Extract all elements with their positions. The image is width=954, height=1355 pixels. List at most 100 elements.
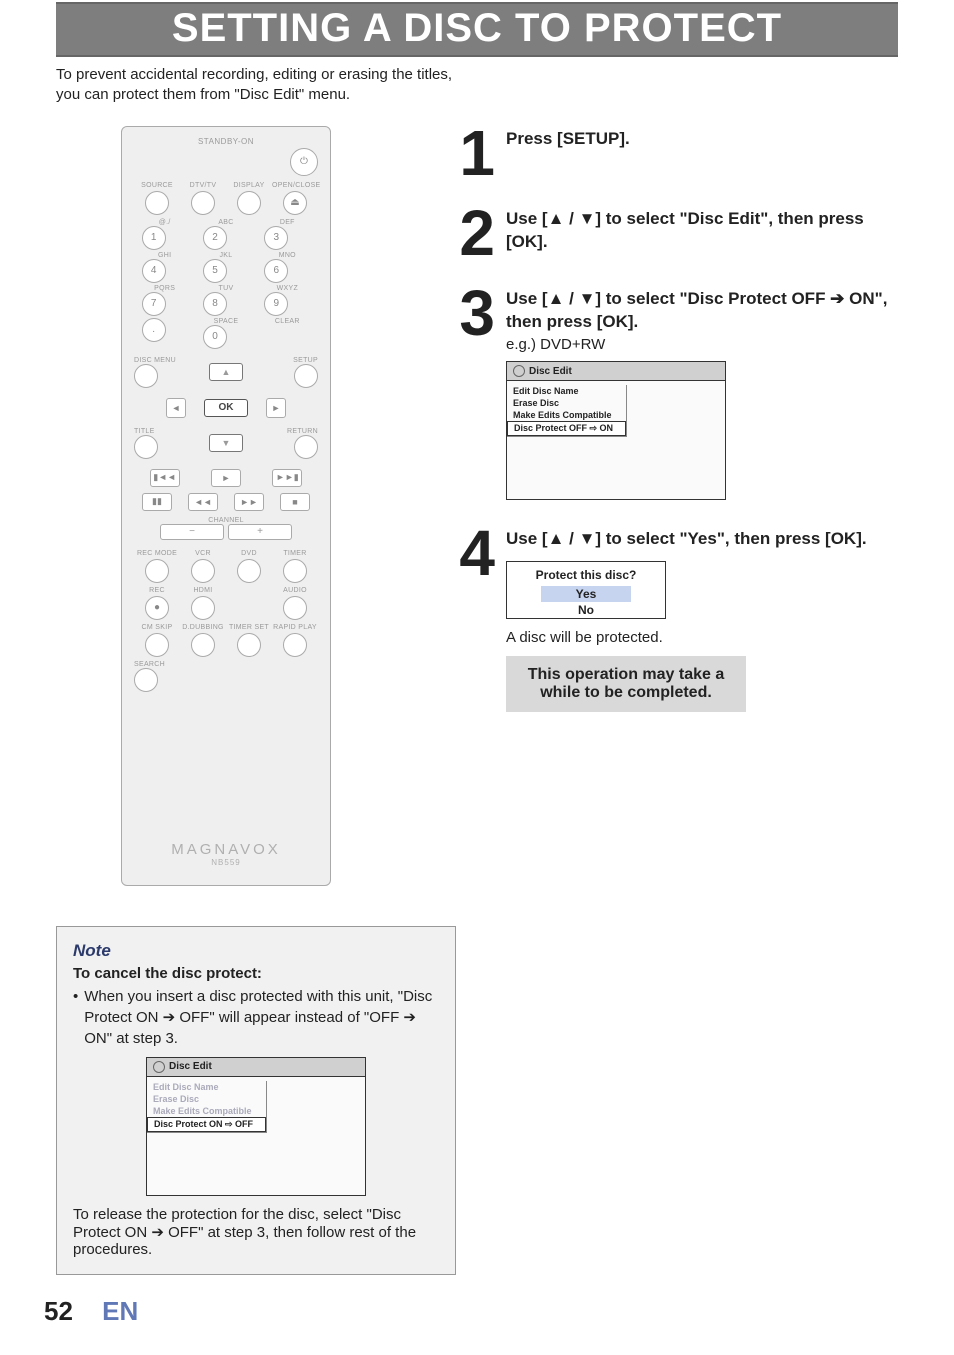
- src-label: SOURCE: [134, 182, 180, 189]
- warning-box: This operation may take a while to be co…: [506, 656, 746, 712]
- rapid-btn: [283, 633, 307, 657]
- kl: @./: [142, 219, 188, 226]
- step-3: 3 Use [▲ / ▼] to select "Disc Protect OF…: [436, 286, 898, 500]
- rec-btn: ●: [145, 596, 169, 620]
- dvd-label: DVD: [226, 550, 272, 557]
- key-4: 4: [142, 259, 166, 283]
- up-arrow: ▲: [209, 363, 243, 381]
- note-sub: To cancel the disc protect:: [73, 965, 439, 982]
- cmskip-btn: [145, 633, 169, 657]
- kl: DEF: [264, 219, 310, 226]
- step-heading: Press [SETUP].: [506, 128, 898, 151]
- kl: CLEAR: [264, 318, 310, 325]
- step-number: 4: [436, 526, 492, 712]
- box-item: Erase Disc: [147, 1093, 266, 1105]
- kl: SPACE: [203, 318, 249, 325]
- stop-icon: ■: [280, 493, 310, 511]
- vcr-label: VCR: [180, 550, 226, 557]
- return-btn: [294, 435, 318, 459]
- rew-icon: ◄◄: [188, 493, 218, 511]
- setup-label: SETUP: [263, 357, 318, 364]
- search-btn: [134, 668, 158, 692]
- play-icon: ►: [211, 469, 241, 487]
- ts-label: TIMER SET: [226, 624, 272, 631]
- ddub-btn: [191, 633, 215, 657]
- disc-icon: [513, 365, 525, 377]
- vcr-btn: [191, 559, 215, 583]
- result-text: A disc will be protected.: [506, 629, 898, 646]
- ok-btn: OK: [204, 399, 248, 417]
- step-heading: Use [▲ / ▼] to select "Disc Edit", then …: [506, 208, 898, 254]
- key-9: 9: [264, 292, 288, 316]
- down-arrow: ▼: [209, 434, 243, 452]
- ff-icon: ►►: [234, 493, 264, 511]
- box-item: Erase Disc: [507, 397, 626, 409]
- page-title: SETTING A DISC TO PROTECT: [56, 2, 898, 57]
- key-3: 3: [264, 226, 288, 250]
- next-icon: ►►▮: [272, 469, 302, 487]
- key-0: 0: [203, 325, 227, 349]
- ch-down: −: [160, 524, 224, 540]
- cm-label: CM SKIP: [134, 624, 180, 631]
- step-sub: e.g.) DVD+RW: [506, 336, 898, 353]
- left-arrow: ◄: [166, 398, 186, 418]
- key-8: 8: [203, 292, 227, 316]
- step-number: 2: [436, 206, 492, 260]
- note-after: To release the protection for the disc, …: [73, 1206, 439, 1258]
- return-label: RETURN: [263, 428, 318, 435]
- rp-label: RAPID PLAY: [272, 624, 318, 631]
- model-label: NB559: [122, 858, 330, 867]
- kl: TUV: [203, 285, 249, 292]
- key-5: 5: [203, 259, 227, 283]
- box-title: Disc Edit: [169, 1061, 212, 1072]
- step-number: 3: [436, 286, 492, 500]
- box-item: Make Edits Compatible: [507, 409, 626, 421]
- brand-logo: MAGNAVOX: [122, 841, 330, 858]
- pause-icon: ▮▮: [142, 493, 172, 511]
- hdmi-label: HDMI: [180, 587, 226, 594]
- eject-btn: ⏏: [283, 191, 307, 215]
- power-icon: ⏻: [290, 148, 318, 176]
- kl: PQRS: [142, 285, 188, 292]
- confirm-question: Protect this disc?: [507, 562, 665, 586]
- audio-btn: [283, 596, 307, 620]
- kl: GHI: [142, 252, 188, 259]
- discmenu-label: DISC MENU: [134, 357, 189, 364]
- box-item: Edit Disc Name: [507, 385, 626, 397]
- confirm-box: Protect this disc? Yes No: [506, 561, 666, 619]
- note-box: Note To cancel the disc protect: •When y…: [56, 926, 456, 1275]
- kl: JKL: [203, 252, 249, 259]
- bullet: •: [73, 986, 78, 1049]
- note-li: When you insert a disc protected with th…: [84, 986, 439, 1049]
- box-item: Make Edits Compatible: [147, 1105, 266, 1117]
- recmode-btn: [145, 559, 169, 583]
- disc-edit-box: Disc Edit Edit Disc Name Erase Disc Make…: [506, 361, 726, 500]
- kl: WXYZ: [264, 285, 310, 292]
- dvd-btn: [237, 559, 261, 583]
- open-label: OPEN/CLOSE: [272, 182, 318, 189]
- setup-btn: [294, 364, 318, 388]
- remote-illustration: STANDBY-ON ⏻ SOURCE DTV/TV DISPLAY OPEN/…: [121, 126, 331, 886]
- kl: MNO: [264, 252, 310, 259]
- confirm-yes: Yes: [541, 586, 631, 602]
- ch-up: +: [228, 524, 292, 540]
- note-title: Note: [73, 941, 439, 961]
- title-btn: [134, 435, 158, 459]
- box-item-selected: Disc Protect ON ⇨ OFF: [147, 1117, 266, 1132]
- step-4: 4 Use [▲ / ▼] to select "Yes", then pres…: [436, 526, 898, 712]
- step-heading: Use [▲ / ▼] to select "Yes", then press …: [506, 528, 898, 551]
- standby-label: STANDBY-ON: [134, 137, 318, 146]
- box-item-selected: Disc Protect OFF ⇨ ON: [507, 421, 626, 436]
- step-2: 2 Use [▲ / ▼] to select "Disc Edit", the…: [436, 206, 898, 260]
- hdmi-btn: [191, 596, 215, 620]
- timerset-btn: [237, 633, 261, 657]
- page-lang: EN: [102, 1296, 138, 1326]
- step-number: 1: [436, 126, 492, 180]
- title-label: TITLE: [134, 428, 189, 435]
- dtv-label: DTV/TV: [180, 182, 226, 189]
- page-number: 52: [44, 1296, 73, 1326]
- timer-btn: [283, 559, 307, 583]
- display-btn: [237, 191, 261, 215]
- box-title: Disc Edit: [529, 366, 572, 377]
- dtv-btn: [191, 191, 215, 215]
